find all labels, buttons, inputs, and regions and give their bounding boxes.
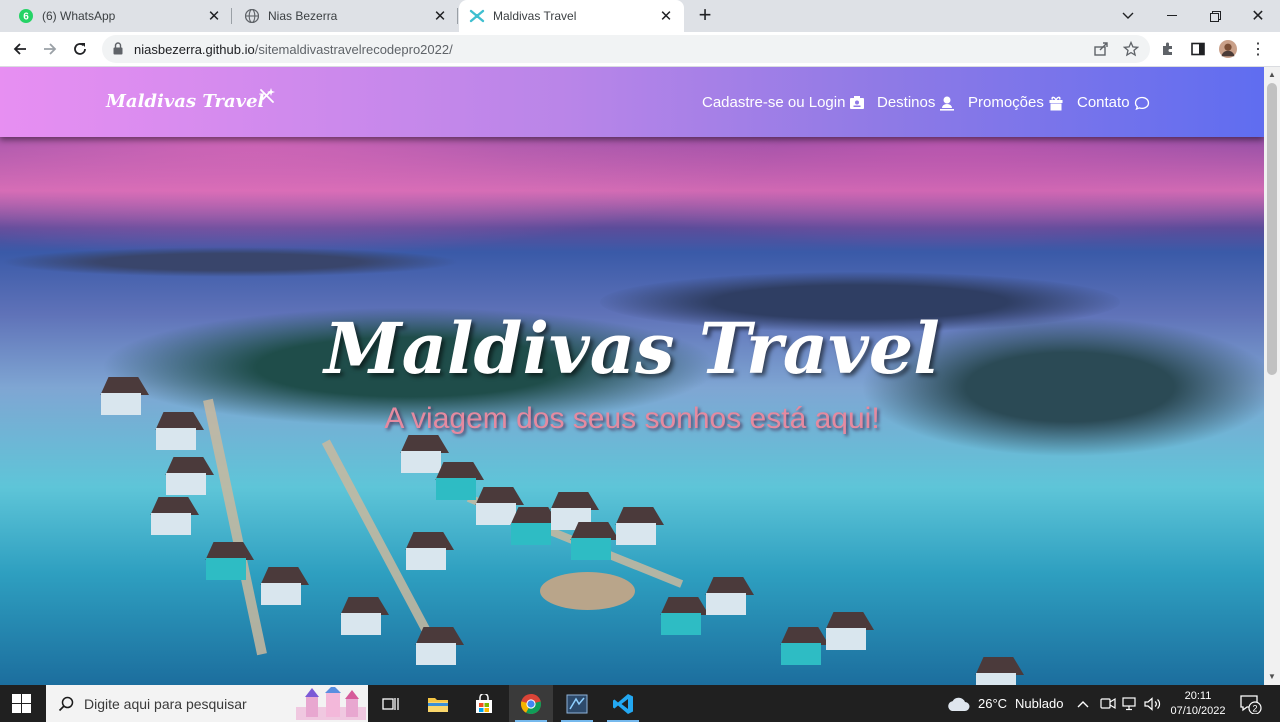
weather-widget[interactable]: 26°C Nublado — [946, 685, 1063, 722]
tab-maldivas-travel[interactable]: Maldivas Travel ✕ — [459, 0, 684, 32]
globe-icon — [244, 8, 260, 24]
weather-description: Nublado — [1015, 696, 1064, 711]
browser-toolbar: niasbezerra.github.io/sitemaldivastravel… — [0, 32, 1280, 67]
page-scrollbar[interactable]: ▲ ▼ — [1264, 67, 1280, 685]
search-icon — [58, 696, 74, 712]
clock-time: 20:11 — [1184, 689, 1212, 702]
profile-avatar-icon[interactable] — [1219, 40, 1237, 58]
notifications-icon[interactable]: 2 — [1240, 685, 1262, 722]
extensions-icon[interactable] — [1159, 40, 1177, 58]
network-icon[interactable] — [1122, 685, 1138, 722]
close-window-button[interactable]: ✕ — [1236, 0, 1280, 32]
svg-text:2: 2 — [1252, 703, 1257, 713]
forward-icon[interactable] — [38, 37, 62, 61]
tab-title: (6) WhatsApp — [42, 9, 116, 23]
site-logo[interactable]: Maldivas Travel — [106, 91, 264, 112]
nav-destinos[interactable]: Destinos — [877, 94, 955, 111]
vscode-icon[interactable] — [601, 685, 645, 722]
nav-label: Promoções — [968, 94, 1044, 111]
volume-icon[interactable] — [1144, 685, 1162, 722]
search-highlight-castle-icon — [296, 687, 366, 720]
hero-title: Maldivas Travel — [324, 307, 940, 390]
search-placeholder: Digite aqui para pesquisar — [84, 695, 247, 712]
minimize-button[interactable] — [1150, 0, 1194, 32]
nav-label: Cadastre-se ou Login — [702, 94, 846, 111]
menu-kebab-icon[interactable]: ⋮ — [1249, 40, 1267, 58]
windows-taskbar: Digite aqui para pesquisar 26°C Nublado — [0, 685, 1280, 722]
site-header: Maldivas Travel Cadastre-se ou Login Des… — [0, 67, 1264, 137]
taskbar-search-box[interactable]: Digite aqui para pesquisar — [46, 685, 368, 722]
microsoft-store-icon[interactable] — [462, 685, 506, 722]
show-hidden-icons-chevron-icon[interactable] — [1077, 685, 1089, 722]
new-tab-button[interactable]: + — [693, 4, 717, 28]
close-tab-icon[interactable]: ✕ — [658, 8, 674, 25]
task-view-icon[interactable] — [369, 685, 413, 722]
gift-icon — [1048, 95, 1064, 111]
chrome-icon[interactable] — [509, 685, 553, 722]
scrollbar-thumb[interactable] — [1267, 83, 1277, 375]
restore-button[interactable] — [1193, 0, 1237, 32]
url-host: niasbezerra.github.io — [134, 42, 255, 57]
close-tab-icon[interactable]: ✕ — [206, 8, 222, 25]
reload-icon[interactable] — [68, 37, 92, 61]
clock-date: 07/10/2022 — [1170, 704, 1226, 717]
url-text: niasbezerra.github.io/sitemaldivastravel… — [134, 42, 453, 57]
nav-label: Destinos — [877, 94, 936, 111]
tab-search-icon[interactable] — [1106, 0, 1150, 32]
side-panel-icon[interactable] — [1189, 40, 1207, 58]
back-icon[interactable] — [8, 37, 32, 61]
tab-whatsapp[interactable]: 6 (6) WhatsApp ✕ — [0, 0, 232, 32]
share-icon[interactable] — [1092, 40, 1110, 58]
close-tab-icon[interactable]: ✕ — [432, 8, 448, 25]
maldivas-favicon — [469, 8, 485, 24]
clock[interactable]: 20:11 07/10/2022 — [1168, 685, 1228, 722]
weather-temperature: 26°C — [978, 696, 1008, 711]
file-explorer-icon[interactable] — [416, 685, 460, 722]
tab-title: Maldivas Travel — [493, 9, 577, 23]
svg-text:6: 6 — [23, 12, 29, 23]
nav-promocoes[interactable]: Promoções — [968, 94, 1064, 111]
whatsapp-icon: 6 — [18, 8, 34, 24]
page-viewport: Maldivas Travel Cadastre-se ou Login Des… — [0, 67, 1264, 685]
lock-icon[interactable] — [113, 42, 123, 60]
id-card-icon — [849, 95, 865, 110]
scroll-down-arrow-icon[interactable]: ▼ — [1264, 669, 1280, 685]
windows-start-icon[interactable] — [12, 694, 31, 718]
address-bar[interactable]: niasbezerra.github.io/sitemaldivastravel… — [102, 35, 1150, 63]
url-path: /sitemaldivastravelrecodepro2022/ — [254, 42, 453, 57]
sparkle-plane-icon — [258, 87, 276, 110]
nav-contato[interactable]: Contato — [1077, 94, 1150, 111]
tab-title: Nias Bezerra — [268, 9, 338, 23]
tab-strip: 6 (6) WhatsApp ✕ Nias Bezerra ✕ Maldivas… — [0, 0, 1280, 32]
nav-cadastre-login[interactable]: Cadastre-se ou Login — [702, 94, 865, 111]
tab-nias-bezerra[interactable]: Nias Bezerra ✕ — [232, 0, 458, 32]
chat-bubble-icon — [1134, 95, 1150, 111]
snipping-tool-icon[interactable] — [555, 685, 599, 722]
person-pin-icon — [939, 95, 955, 111]
meet-now-icon[interactable] — [1100, 685, 1116, 722]
cloud-icon — [946, 696, 970, 712]
scroll-up-arrow-icon[interactable]: ▲ — [1264, 67, 1280, 83]
bookmark-star-icon[interactable] — [1122, 40, 1140, 58]
hero-subtitle: A viagem dos seus sonhos está aqui! — [384, 402, 880, 435]
nav-label: Contato — [1077, 94, 1130, 111]
